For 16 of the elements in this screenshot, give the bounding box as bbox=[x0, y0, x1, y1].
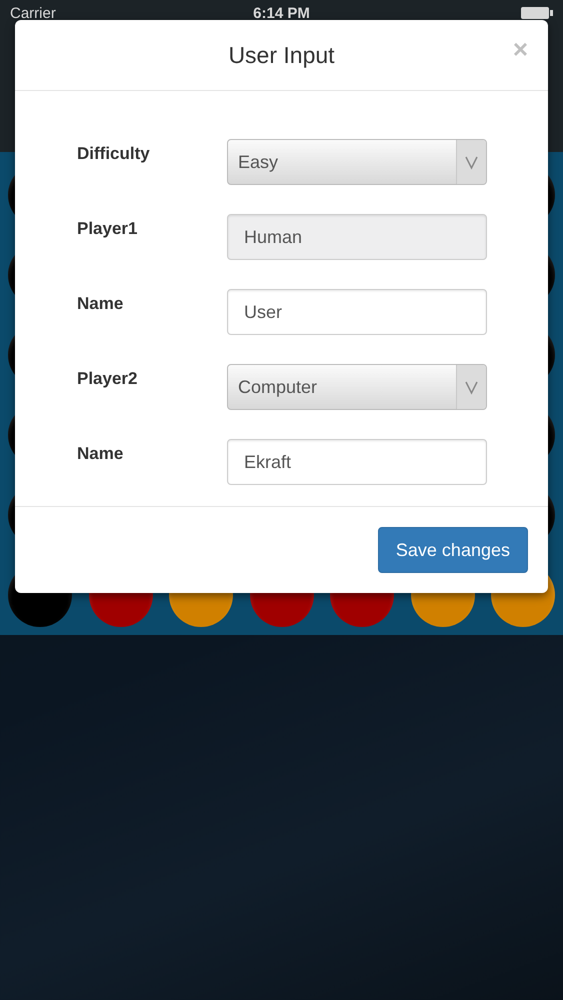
caret-icon bbox=[456, 140, 486, 184]
field-label: Name bbox=[77, 443, 124, 464]
battery-icon bbox=[521, 6, 553, 20]
field-label: Name bbox=[77, 293, 124, 314]
save-button[interactable]: Save changes bbox=[378, 527, 528, 573]
input-field[interactable]: Ekraft bbox=[227, 439, 487, 485]
carrier-label: Carrier bbox=[10, 4, 56, 22]
input-field[interactable]: User bbox=[227, 289, 487, 335]
field-label: Difficulty bbox=[77, 143, 151, 164]
select-field[interactable]: Computer bbox=[227, 364, 487, 410]
field-label: Player2 bbox=[77, 368, 138, 389]
caret-icon bbox=[456, 365, 486, 409]
field-label: Player1 bbox=[77, 218, 138, 239]
select-field[interactable]: Easy bbox=[227, 139, 487, 185]
modal-title: User Input bbox=[228, 42, 335, 68]
clock: 6:14 PM bbox=[253, 4, 310, 22]
